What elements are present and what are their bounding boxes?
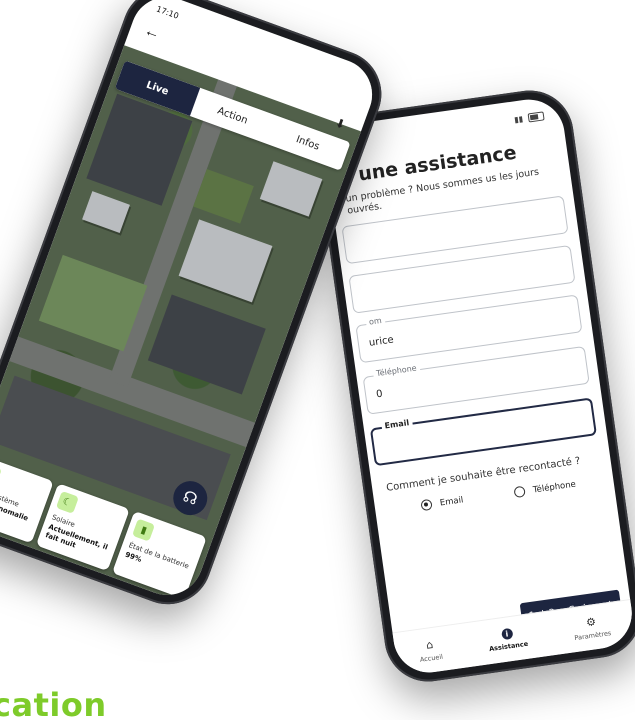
status-time: 17:10 <box>155 4 180 21</box>
signal-icon: ▮▮ <box>513 114 524 125</box>
arrow-left-icon[interactable]: ← <box>141 22 163 44</box>
assistance-phone: ▮▮ r une assistance un problème ? Nous s… <box>311 84 635 688</box>
field-label: Email <box>381 417 413 431</box>
bottom-nav: ⌂ Accueil i Assistance ⚙ Paramètres <box>392 599 635 678</box>
field-label <box>351 218 358 220</box>
nav-label: Assistance <box>488 639 529 654</box>
field-label <box>358 267 365 269</box>
radio-email[interactable] <box>420 498 433 512</box>
map-phone: 17:10 ← ⬇ Live Action Infos ☊ ⚙ État sys… <box>0 0 394 617</box>
field-value: urice <box>368 334 395 349</box>
contact-option-phone[interactable]: Téléphone <box>513 479 576 499</box>
map-building <box>259 161 323 217</box>
settings-icon: ⚙ <box>585 615 597 630</box>
brand-text: cation <box>0 686 107 720</box>
radio-phone[interactable] <box>513 485 526 499</box>
map-screen: 17:10 ← ⬇ Live Action Infos ☊ ⚙ État sys… <box>0 0 383 606</box>
nav-settings[interactable]: ⚙ Paramètres <box>572 614 612 642</box>
moon-icon: ☾ <box>55 490 79 514</box>
contact-option-email[interactable]: Email <box>420 494 464 512</box>
nav-assistance[interactable]: i Assistance <box>487 626 529 653</box>
info-icon: i <box>500 627 514 641</box>
radio-label: Email <box>439 494 464 509</box>
field-label: Téléphone <box>372 363 421 379</box>
battery-icon: ▮ <box>132 518 156 542</box>
nav-home[interactable]: ⌂ Accueil <box>417 637 443 663</box>
nav-label: Accueil <box>419 652 444 664</box>
assistance-screen: ▮▮ r une assistance un problème ? Nous s… <box>321 94 635 678</box>
home-icon: ⌂ <box>425 637 434 652</box>
status-bar: ▮▮ <box>514 111 545 124</box>
field-label: om <box>365 315 386 328</box>
nav-label: Paramètres <box>573 628 612 642</box>
battery-icon <box>527 111 545 123</box>
map-building <box>178 219 273 303</box>
field-value: 0 <box>375 388 384 401</box>
map-building <box>82 191 130 234</box>
gear-icon: ⚙ <box>0 462 2 486</box>
promo-page: ▮▮ r une assistance un problème ? Nous s… <box>0 0 635 720</box>
radio-label: Téléphone <box>532 479 577 495</box>
map-parking <box>147 294 266 395</box>
